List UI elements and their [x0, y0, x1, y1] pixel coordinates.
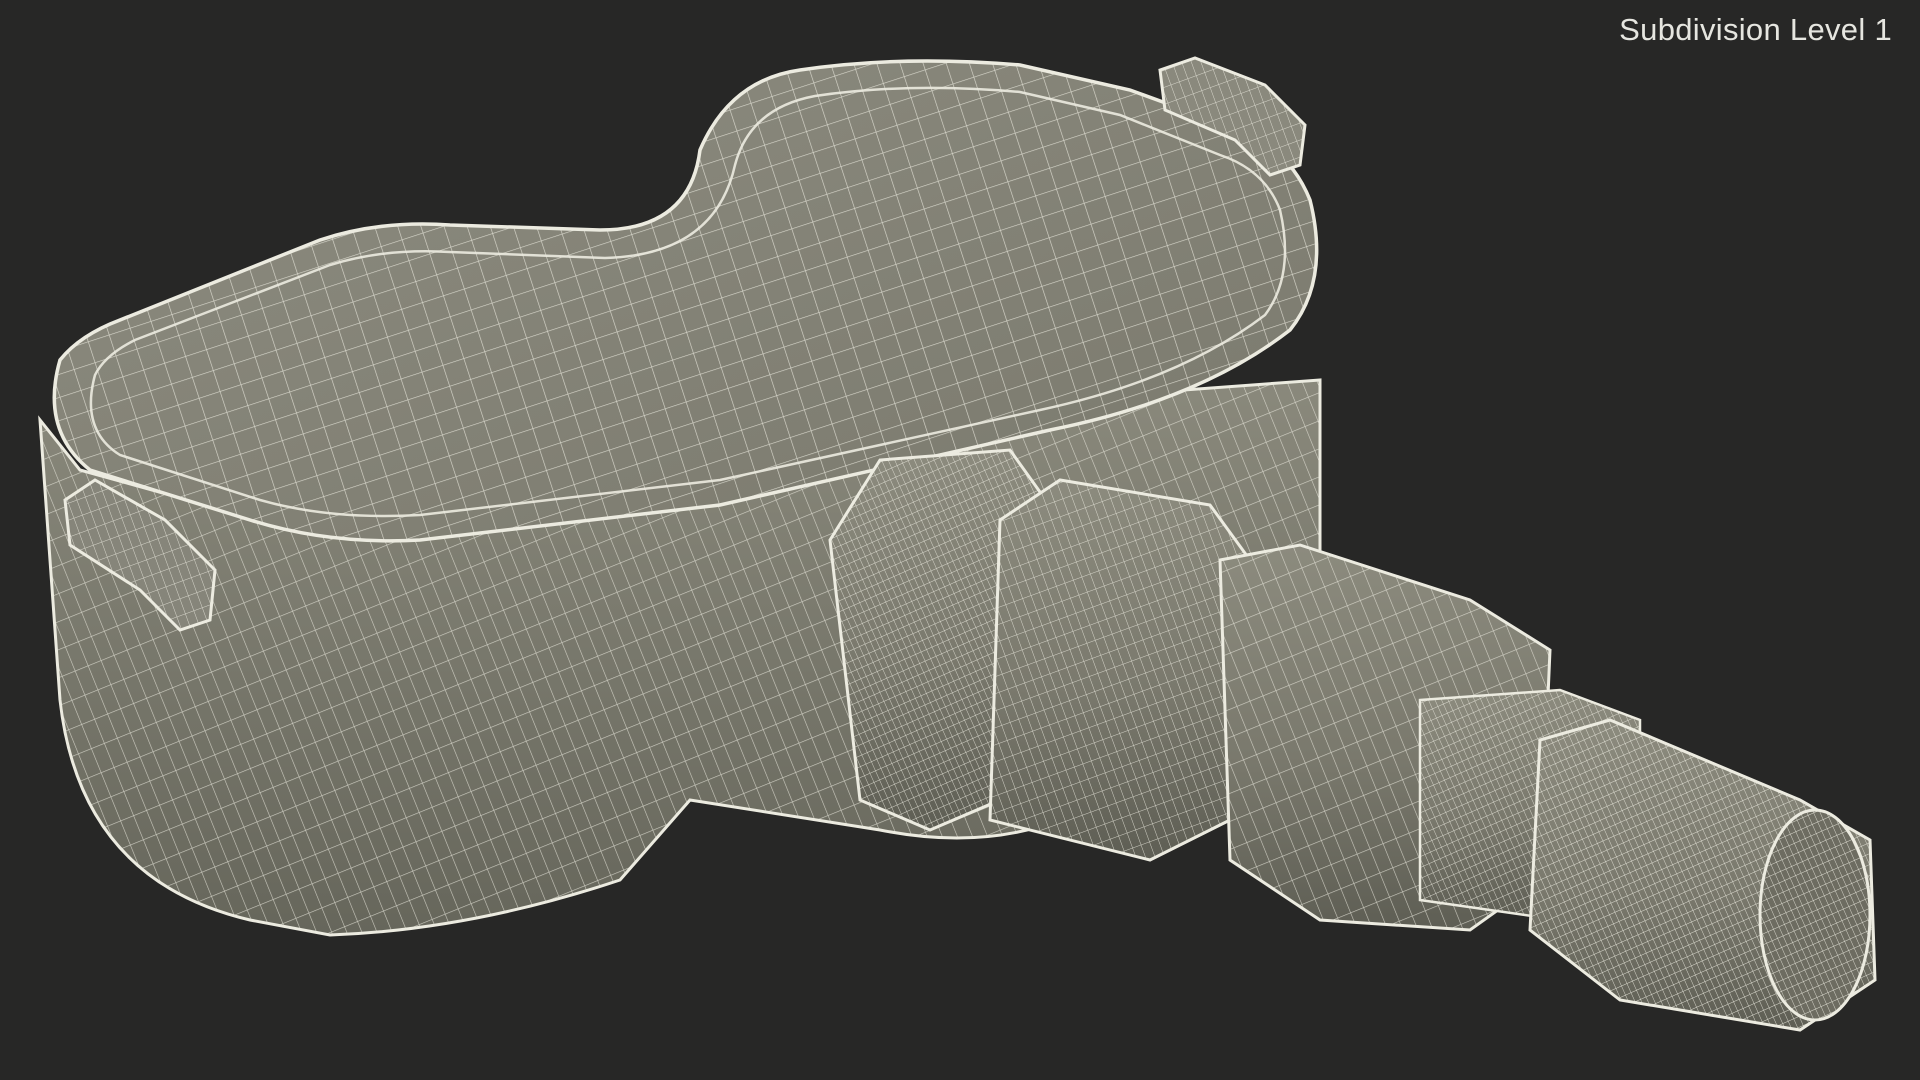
valve-cap — [1528, 718, 1877, 1032]
render-viewport: Subdivision Level 1 — [0, 0, 1920, 1080]
valve-collar — [988, 478, 1252, 862]
wireframe-render — [38, 56, 1877, 1032]
subdivision-level-label: Subdivision Level 1 — [1619, 12, 1892, 47]
